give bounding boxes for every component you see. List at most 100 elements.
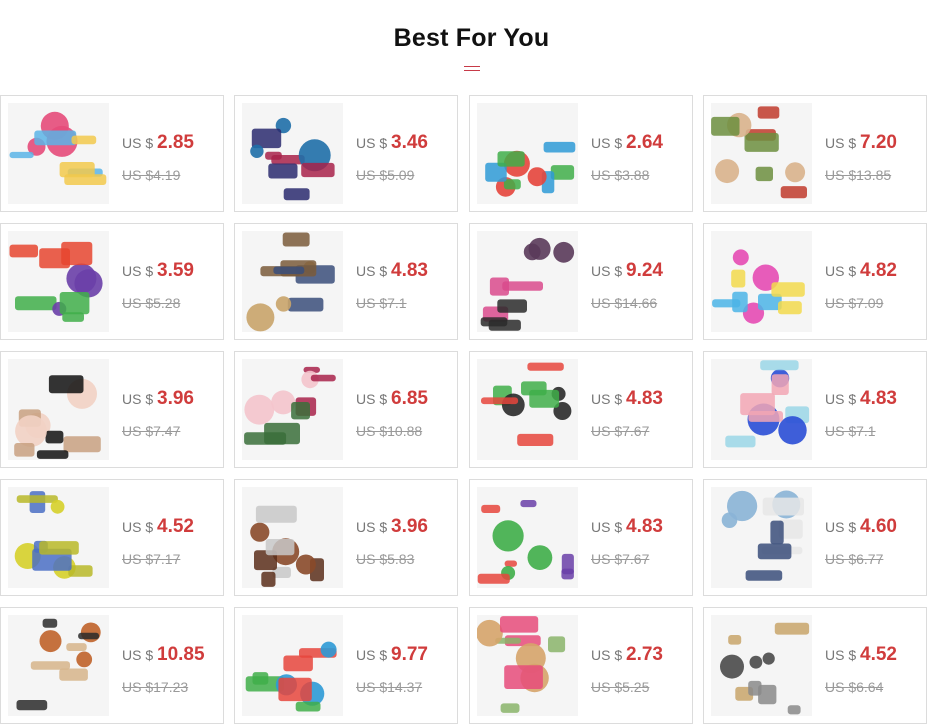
knot-buttons-icon[interactable] [477, 487, 578, 588]
product-card[interactable]: US $ 4.83 US $7.67 [469, 351, 693, 468]
section-title: Best For You [393, 24, 550, 52]
sale-price: 4.52 [860, 644, 897, 665]
product-card[interactable]: US $ 3.96 US $5.83 [234, 479, 458, 596]
product-card[interactable]: US $ 4.82 US $7.09 [703, 223, 927, 340]
title-divider [464, 66, 480, 71]
butterfly-buckle-icon[interactable] [242, 231, 343, 332]
product-card[interactable]: US $ 3.46 US $5.09 [234, 95, 458, 212]
product-card[interactable]: US $ 2.64 US $3.88 [469, 95, 693, 212]
twine-spools-icon[interactable] [477, 615, 578, 716]
sale-price: 2.85 [157, 132, 194, 153]
sale-price: 3.96 [157, 388, 194, 409]
currency-prefix: US $ [122, 647, 158, 663]
product-price: US $ 3.96 [122, 388, 194, 410]
original-price: US $5.25 [591, 679, 650, 695]
original-price: US $7.67 [591, 551, 650, 567]
product-price: US $ 9.24 [591, 260, 663, 282]
sale-price: 10.85 [157, 644, 205, 665]
original-price: US $7.09 [825, 295, 884, 311]
product-price: US $ 7.20 [825, 132, 897, 154]
product-card[interactable]: US $ 3.59 US $5.28 [0, 223, 224, 340]
currency-prefix: US $ [356, 391, 392, 407]
product-card[interactable]: US $ 4.83 US $7.1 [703, 351, 927, 468]
scarf-ring-icon[interactable] [8, 359, 109, 460]
product-price: US $ 4.60 [825, 516, 897, 538]
currency-prefix: US $ [122, 519, 158, 535]
product-card[interactable]: US $ 9.24 US $14.66 [469, 223, 693, 340]
original-price: US $5.28 [122, 295, 181, 311]
product-card[interactable]: US $ 4.60 US $6.77 [703, 479, 927, 596]
sale-price: 3.46 [391, 132, 428, 153]
pleated-trim-icon[interactable] [711, 359, 812, 460]
sale-price: 3.59 [157, 260, 194, 281]
sale-price: 4.83 [391, 260, 428, 281]
metal-spikes-icon[interactable] [711, 615, 812, 716]
currency-prefix: US $ [591, 391, 627, 407]
product-price: US $ 10.85 [122, 644, 205, 666]
product-card[interactable]: US $ 4.52 US $7.17 [0, 479, 224, 596]
original-price: US $14.37 [356, 679, 423, 695]
resin-buttons-icon[interactable] [8, 615, 109, 716]
product-card[interactable]: US $ 9.77 US $14.37 [234, 607, 458, 724]
currency-prefix: US $ [825, 135, 861, 151]
product-card[interactable]: US $ 4.52 US $6.64 [703, 607, 927, 724]
currency-prefix: US $ [825, 519, 861, 535]
currency-prefix: US $ [356, 135, 392, 151]
sewing-pins-icon[interactable] [8, 103, 109, 204]
braided-cords-icon[interactable] [477, 103, 578, 204]
currency-prefix: US $ [825, 263, 861, 279]
mosaic-tiles-icon[interactable] [8, 487, 109, 588]
product-card[interactable]: US $ 7.20 US $13.85 [703, 95, 927, 212]
original-price: US $14.66 [591, 295, 658, 311]
original-price: US $7.1 [356, 295, 407, 311]
original-price: US $7.67 [591, 423, 650, 439]
product-price: US $ 3.46 [356, 132, 428, 154]
elastic-loops-icon[interactable] [477, 359, 578, 460]
needle-case-icon[interactable] [242, 487, 343, 588]
original-price: US $10.88 [356, 423, 423, 439]
printed-ribbons-icon[interactable] [477, 231, 578, 332]
product-price: US $ 2.85 [122, 132, 194, 154]
glass-beads-icon[interactable] [242, 615, 343, 716]
sale-price: 4.52 [157, 516, 194, 537]
product-price: US $ 4.82 [825, 260, 897, 282]
product-card[interactable]: US $ 2.85 US $4.19 [0, 95, 224, 212]
original-price: US $17.23 [122, 679, 189, 695]
sale-price: 4.60 [860, 516, 897, 537]
original-price: US $6.64 [825, 679, 884, 695]
sailboat-figures-icon[interactable] [711, 487, 812, 588]
sale-price: 4.83 [626, 516, 663, 537]
product-card[interactable]: US $ 4.83 US $7.67 [469, 479, 693, 596]
product-card[interactable]: US $ 6.85 US $10.88 [234, 351, 458, 468]
product-price: US $ 4.83 [591, 516, 663, 538]
currency-prefix: US $ [825, 391, 861, 407]
product-card[interactable]: US $ 2.73 US $5.25 [469, 607, 693, 724]
product-card[interactable]: US $ 10.85 US $17.23 [0, 607, 224, 724]
original-price: US $7.47 [122, 423, 181, 439]
rainbow-tulle-icon[interactable] [711, 231, 812, 332]
original-price: US $3.88 [591, 167, 650, 183]
embroidered-butterflies-icon[interactable] [242, 103, 343, 204]
sale-price: 2.73 [626, 644, 663, 665]
original-price: US $7.17 [122, 551, 181, 567]
sale-price: 2.64 [626, 132, 663, 153]
sale-price: 7.20 [860, 132, 897, 153]
ribbon-bundle-icon[interactable] [8, 231, 109, 332]
product-card[interactable]: US $ 3.96 US $7.47 [0, 351, 224, 468]
currency-prefix: US $ [122, 135, 158, 151]
product-price: US $ 4.83 [356, 260, 428, 282]
product-grid: US $ 2.85 US $4.19 US $ 3.46 US $5.09 US $ 2… [0, 95, 943, 725]
best-for-you-page: Best For You US $ 2.85 US $4.19 US $ 3.46 U… [0, 0, 943, 725]
currency-prefix: US $ [122, 391, 158, 407]
currency-prefix: US $ [356, 647, 392, 663]
craft-box-icon[interactable] [711, 103, 812, 204]
product-price: US $ 6.85 [356, 388, 428, 410]
sale-price: 3.96 [391, 516, 428, 537]
currency-prefix: US $ [591, 519, 627, 535]
product-price: US $ 3.96 [356, 516, 428, 538]
product-card[interactable]: US $ 4.83 US $7.1 [234, 223, 458, 340]
original-price: US $4.19 [122, 167, 181, 183]
vase-icon[interactable] [242, 359, 343, 460]
sale-price: 6.85 [391, 388, 428, 409]
currency-prefix: US $ [591, 263, 627, 279]
